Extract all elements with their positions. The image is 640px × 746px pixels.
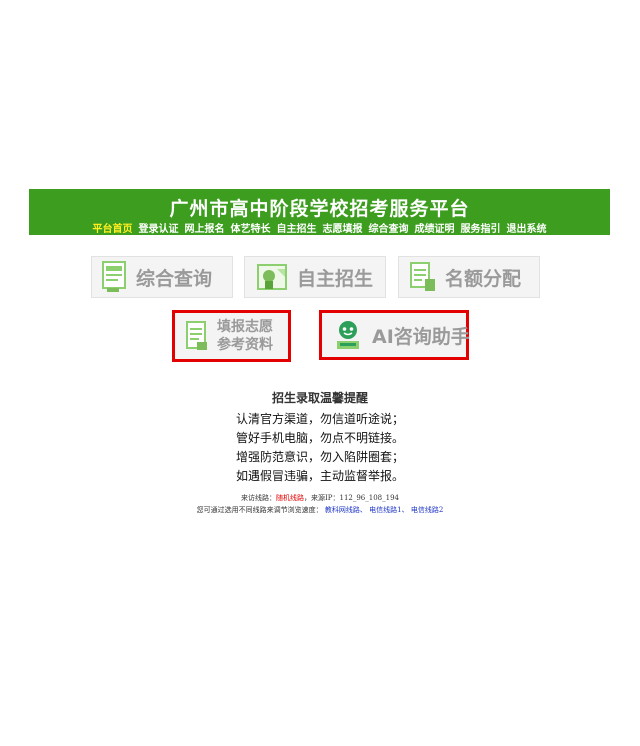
nav-independent-admission[interactable]: 自主招生 (277, 220, 317, 235)
route-hint: 您可通过选用不同线路来调节浏览速度： (196, 506, 323, 514)
tile-quota-allocation[interactable]: 名额分配 (398, 256, 540, 298)
tile-label: 名额分配 (445, 267, 522, 290)
notice-line: 增强防范意识，勿入陷阱圈套； (235, 450, 404, 464)
route-link-edu[interactable]: 教科网线路、 (325, 506, 367, 514)
nav-register[interactable]: 网上报名 (185, 220, 225, 235)
tile-comprehensive-query[interactable]: 综合查询 (91, 256, 233, 298)
nav-logout[interactable]: 退出系统 (507, 220, 547, 235)
main-nav: 平台首页 登录认证 网上报名 体艺特长 自主招生 志愿填报 综合查询 成绩证明 … (29, 220, 610, 235)
reference-document-icon (186, 321, 207, 350)
notice-section: 招生录取温馨提醒 认清官方渠道，勿信道听途说； 管好手机电脑，勿点不明链接。 增… (0, 389, 640, 516)
query-document-icon (102, 261, 126, 292)
tile-label-line2: 参考资料 (217, 337, 273, 353)
tile-independent-admission[interactable]: 自主招生 (244, 256, 386, 298)
allocation-icon (410, 262, 435, 291)
nav-score-proof[interactable]: 成绩证明 (415, 220, 455, 235)
nav-query[interactable]: 综合查询 (369, 220, 409, 235)
ip-value: 112_96_108_194 (339, 494, 399, 502)
route-value: 随机线路 (276, 494, 304, 502)
route-label: 来访线路： (241, 494, 276, 502)
notice-line: 认清官方渠道，勿信道听途说； (235, 412, 404, 426)
ai-robot-icon (337, 321, 359, 349)
tile-label: 自主招生 (297, 267, 374, 290)
tile-label: AI咨询助手 (372, 325, 470, 348)
nav-application[interactable]: 志愿填报 (323, 220, 363, 235)
route-link-telecom1[interactable]: 电信线路1、 (369, 506, 408, 514)
nav-service-guide[interactable]: 服务指引 (461, 220, 501, 235)
tile-application-reference[interactable]: 填报志愿 参考资料 (172, 310, 291, 362)
nav-home[interactable]: 平台首页 (93, 220, 133, 235)
header-banner: 广州市高中阶段学校招考服务平台 平台首页 登录认证 网上报名 体艺特长 自主招生… (29, 189, 610, 235)
route-link-telecom2[interactable]: 电信线路2 (411, 506, 443, 514)
nav-login[interactable]: 登录认证 (139, 220, 179, 235)
notice-title: 招生录取温馨提醒 (271, 391, 368, 405)
notice-line: 如遇假冒违骗，主动监督举报。 (235, 469, 404, 483)
admission-icon (257, 264, 287, 290)
notice-line: 管好手机电脑，勿点不明链接。 (235, 431, 404, 445)
tile-label-line1: 填报志愿 (217, 319, 273, 335)
site-title: 广州市高中阶段学校招考服务平台 (169, 198, 470, 220)
nav-arts-sports[interactable]: 体艺特长 (231, 220, 271, 235)
tile-label: 填报志愿 参考资料 (217, 318, 273, 354)
tile-ai-assistant[interactable]: AI咨询助手 (319, 310, 470, 360)
access-info: 来访线路：随机线路，来源IP：112_96_108_194 您可通过选用不同线路… (0, 492, 640, 516)
tile-label: 综合查询 (136, 267, 213, 290)
ip-label: ，来源IP： (304, 494, 340, 502)
